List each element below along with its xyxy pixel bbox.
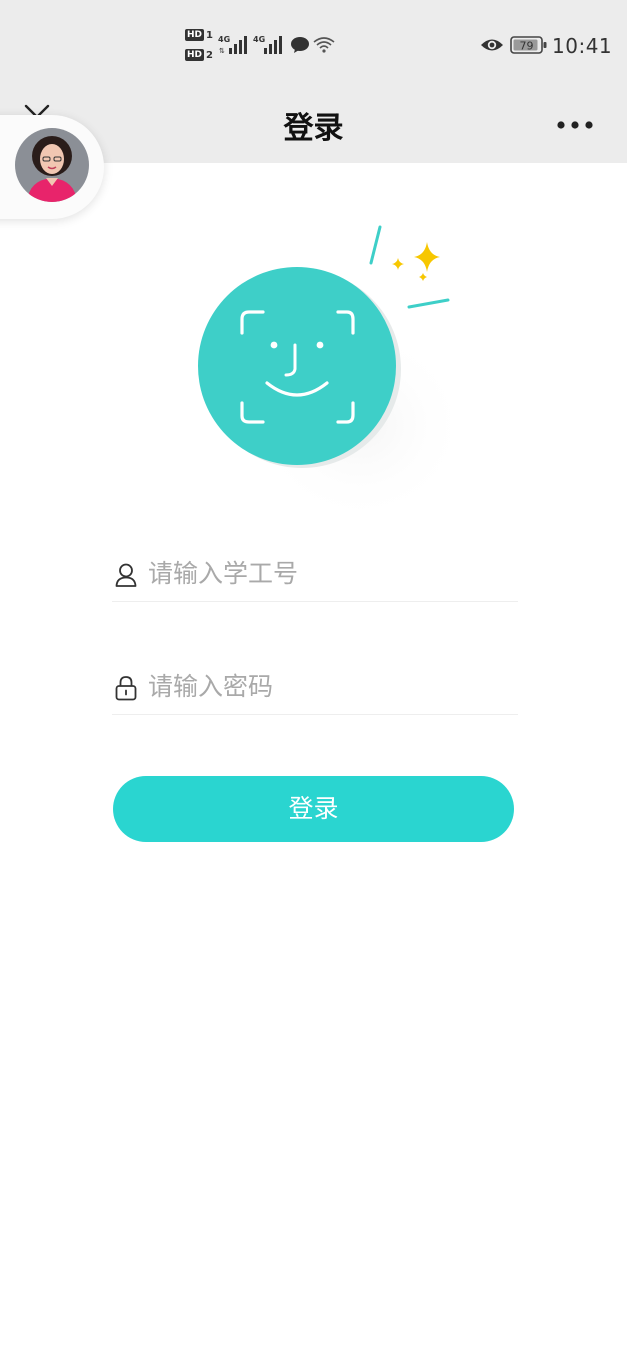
battery-icon: 79 [510,35,548,59]
sim1-hd-label: HD [185,29,205,41]
sim2-hd-label: HD [185,49,205,61]
status-time: 10:41 [552,34,613,58]
battery-level: 79 [520,40,534,53]
sim1-number: 1 [206,29,213,41]
signal-icon: 4G ⇅ [218,34,250,60]
avatar[interactable] [15,128,89,202]
network1-label: 4G [218,35,230,44]
face-recognition-illustration [190,215,470,525]
signal-icon-2: 4G [253,34,285,60]
password-input[interactable] [148,665,508,707]
username-input[interactable] [148,552,508,594]
sim2-number: 2 [206,49,213,61]
username-field [112,542,518,602]
wechat-icon [290,36,310,58]
lock-icon [114,675,138,701]
login-button[interactable]: 登录 [113,776,514,842]
wifi-icon [313,36,335,58]
svg-text:⇅: ⇅ [219,47,225,55]
status-bar: HD 1 HD 2 4G ⇅ 4G 79 10:41 [0,0,627,90]
user-icon [114,562,138,588]
network2-label: 4G [253,35,265,44]
more-icon[interactable] [556,115,596,129]
login-screen: HD 1 HD 2 4G ⇅ 4G 79 10:41 登录 请输入学工号 登录 [0,0,627,1358]
hd-sim-icon: HD 1 HD 2 [185,28,215,64]
password-field [112,655,518,715]
eye-icon [480,36,504,58]
